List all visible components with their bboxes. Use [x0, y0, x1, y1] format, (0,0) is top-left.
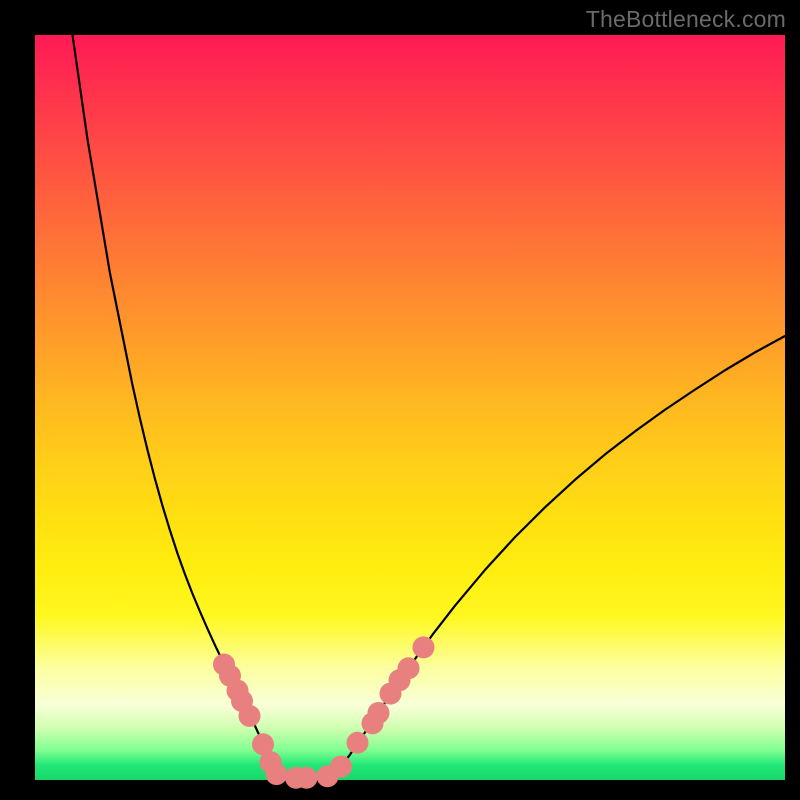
watermark-text: TheBottleneck.com [586, 6, 786, 33]
data-point-marker [239, 705, 261, 727]
data-point-marker [413, 636, 435, 658]
marker-dots [213, 636, 435, 788]
data-point-marker [296, 767, 318, 789]
data-point-marker [266, 763, 288, 785]
bottleneck-curve [73, 35, 786, 778]
data-point-marker [368, 702, 390, 724]
data-point-marker [330, 756, 352, 778]
curve-line [73, 35, 786, 778]
data-point-marker [398, 657, 420, 679]
data-point-marker [347, 732, 369, 754]
chart-container: TheBottleneck.com [0, 0, 800, 800]
chart-overlay [35, 35, 785, 780]
